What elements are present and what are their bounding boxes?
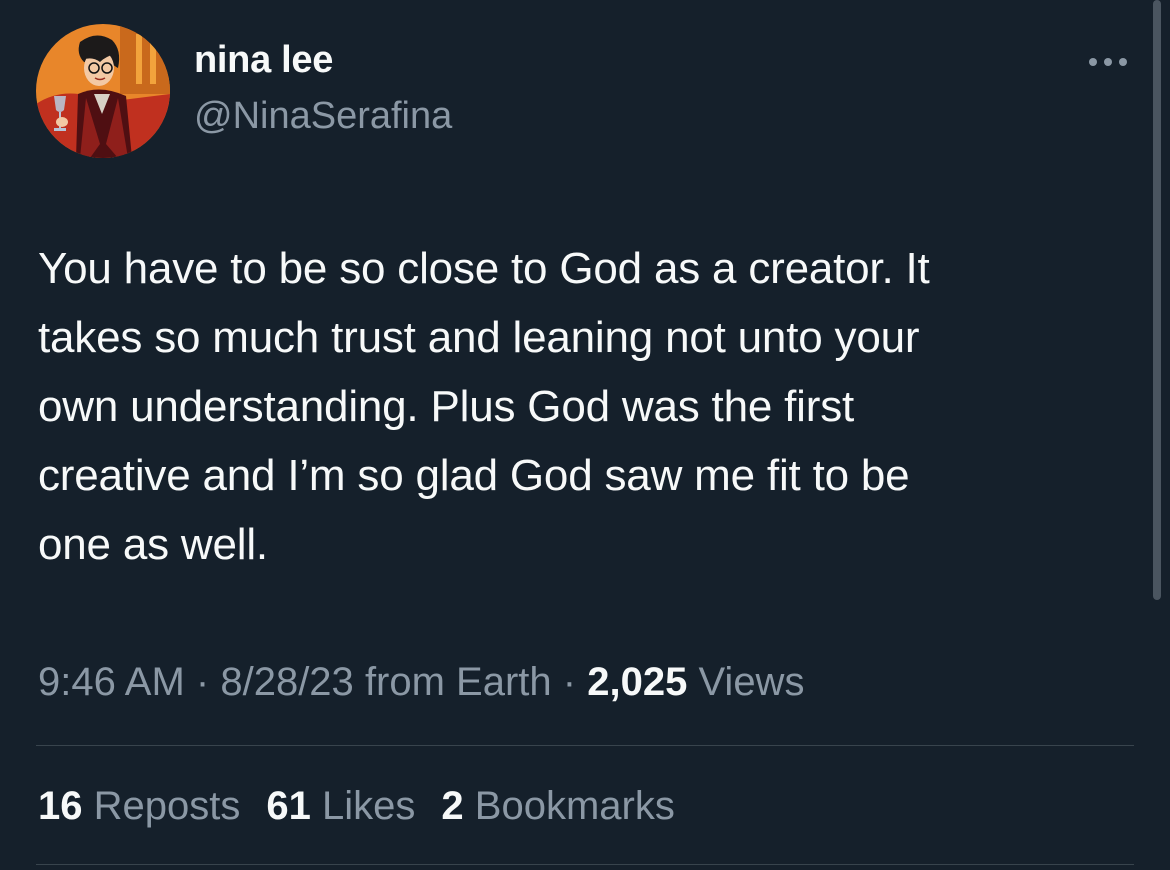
- reposts-count: 16: [38, 784, 83, 828]
- avatar[interactable]: [36, 24, 170, 158]
- bookmarks-count: 2: [441, 784, 464, 828]
- display-name[interactable]: nina lee: [194, 39, 333, 82]
- engagement-stats: 16 Reposts 61 Likes 2 Bookmarks: [38, 782, 675, 830]
- scrollbar-thumb[interactable]: [1153, 0, 1161, 600]
- bookmarks-stat[interactable]: 2 Bookmarks: [441, 782, 674, 830]
- tweet-detail: nina lee @NinaSerafina You have to be so…: [0, 0, 1170, 870]
- more-horizontal-icon: [1089, 58, 1127, 66]
- tweet-source: from Earth: [364, 660, 552, 704]
- tweet-time[interactable]: 9:46 AM: [38, 660, 185, 704]
- bookmarks-label: Bookmarks: [474, 784, 675, 828]
- likes-label: Likes: [322, 784, 416, 828]
- views-label: Views: [698, 660, 805, 704]
- user-handle[interactable]: @NinaSerafina: [194, 95, 452, 138]
- tweet-date[interactable]: 8/28/23: [220, 660, 353, 704]
- likes-stat[interactable]: 61 Likes: [266, 782, 415, 830]
- reposts-label: Reposts: [93, 784, 241, 828]
- divider: [36, 745, 1134, 746]
- cartoon-character-avatar-icon: [36, 24, 170, 158]
- meta-separator: ·: [195, 660, 210, 704]
- views-count: 2,025: [587, 660, 688, 704]
- likes-count: 61: [266, 784, 311, 828]
- tweet-metadata: 9:46 AM · 8/28/23 from Earth · 2,025 Vie…: [38, 658, 804, 706]
- meta-separator: ·: [562, 660, 577, 704]
- more-options-button[interactable]: [1082, 44, 1134, 80]
- divider: [36, 864, 1134, 865]
- tweet-text: You have to be so close to God as a crea…: [38, 244, 930, 569]
- reposts-stat[interactable]: 16 Reposts: [38, 782, 240, 830]
